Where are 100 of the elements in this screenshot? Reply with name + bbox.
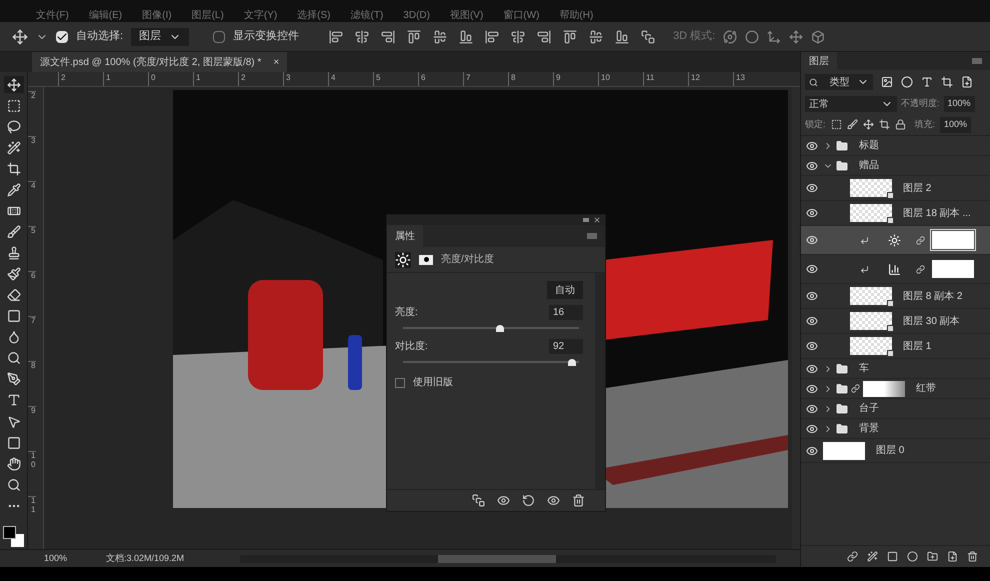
layer-row[interactable]: 图层 18 副本 ...	[801, 201, 990, 226]
opacity-field[interactable]: 100%	[944, 96, 975, 112]
layer-thumbnail	[850, 287, 892, 305]
layer-row[interactable]: 红带	[801, 379, 990, 399]
trash-icon[interactable]	[572, 494, 585, 507]
slider-thumb[interactable]	[496, 325, 504, 332]
visibility-eye-icon[interactable]	[806, 140, 818, 152]
menu-item[interactable]: 选择(S)	[297, 10, 330, 22]
vertical-scrollbar[interactable]	[792, 87, 800, 549]
move-icon[interactable]	[4, 76, 24, 94]
show-transform-label: 显示变换控件	[233, 28, 300, 44]
move-tool-icon[interactable]	[12, 28, 28, 44]
brightness-icon[interactable]	[395, 252, 411, 268]
layer-name: 车	[859, 362, 869, 376]
layer-name: 赠品	[859, 158, 879, 173]
target-dropdown[interactable]: 图层	[131, 28, 190, 46]
visibility-eye-icon[interactable]	[806, 182, 818, 194]
lock-option-icon[interactable]	[830, 119, 842, 130]
layer-row[interactable]: 图层 2	[801, 176, 990, 201]
lock-option-icon[interactable]	[862, 119, 874, 130]
3d-tool-icon[interactable]	[789, 30, 804, 44]
reset-icon[interactable]	[522, 494, 535, 507]
checkbox[interactable]	[395, 378, 405, 388]
checkbox[interactable]	[213, 30, 226, 42]
menu-item[interactable]: 文字(Y)	[244, 10, 278, 22]
visibility-eye-icon[interactable]	[806, 263, 818, 275]
view-previous-icon[interactable]	[497, 494, 510, 507]
layer-action-icon[interactable]	[927, 551, 938, 562]
clip-icon[interactable]	[472, 494, 485, 507]
lock-option-icon[interactable]	[878, 119, 890, 130]
document-size: 文档:3.02M/109.2M	[106, 552, 186, 565]
color-swatches-icon[interactable]	[2, 526, 24, 550]
filter-kind-icon[interactable]	[961, 76, 973, 88]
panel-scrollbar[interactable]	[595, 273, 605, 489]
ruler-number: 5	[28, 226, 36, 271]
auto-button[interactable]: 自动	[547, 281, 583, 299]
ruler-number: 6	[418, 72, 463, 86]
layer-action-icon[interactable]	[887, 551, 898, 562]
3d-tool-icon[interactable]	[745, 30, 760, 44]
visibility-eye-icon[interactable]	[806, 160, 818, 172]
layer-row[interactable]: 图层 30 副本	[801, 309, 990, 334]
zoom-level[interactable]: 100%	[36, 552, 106, 566]
ruler-number: 10	[28, 451, 36, 496]
layers-tab[interactable]: 图层	[801, 52, 837, 70]
tab-close-icon[interactable]: ×	[273, 54, 280, 70]
menu-item[interactable]: 图像(I)	[142, 10, 172, 22]
value-field[interactable]: 16	[549, 305, 583, 320]
visibility-eye-icon[interactable]	[806, 382, 818, 394]
eye-icon[interactable]	[547, 494, 560, 507]
blend-mode-dropdown[interactable]: 正常	[805, 96, 897, 112]
filter-kind-icon[interactable]	[921, 76, 933, 88]
menu-item[interactable]: 3D(D)	[403, 10, 430, 22]
3d-tool-icon[interactable]	[767, 30, 782, 44]
folder-icon	[836, 160, 848, 172]
layer-row[interactable]	[801, 226, 990, 255]
lock-option-icon[interactable]	[846, 119, 858, 130]
visibility-eye-icon[interactable]	[806, 207, 818, 219]
filter-kind-icon[interactable]	[941, 76, 953, 88]
folder-icon	[836, 402, 848, 414]
layer-row[interactable]: 图层 1	[801, 334, 990, 359]
visibility-eye-icon[interactable]	[806, 315, 818, 327]
menu-item[interactable]: 帮助(H)	[559, 10, 594, 22]
menu-item[interactable]: 窗口(W)	[503, 10, 540, 22]
ruler-number: 11	[643, 72, 688, 86]
document-tab[interactable]: 源文件.psd @ 100% (亮度/对比度 2, 图层蒙版/8) * ×	[32, 52, 288, 72]
menu-item[interactable]: 编辑(E)	[88, 10, 122, 22]
layer-action-icon[interactable]	[907, 551, 918, 562]
menu-item[interactable]: 文件(F)	[36, 10, 69, 22]
visibility-eye-icon[interactable]	[806, 234, 818, 246]
visibility-eye-icon[interactable]	[806, 402, 818, 414]
visibility-eye-icon[interactable]	[806, 362, 818, 374]
visibility-eye-icon[interactable]	[806, 444, 818, 456]
menu-item[interactable]: 滤镜(T)	[350, 10, 384, 22]
layer-row[interactable]: 图层 8 副本 2	[801, 284, 990, 309]
visibility-eye-icon[interactable]	[806, 422, 818, 434]
layer-action-icon[interactable]	[867, 551, 878, 562]
value-field[interactable]: 92	[549, 339, 583, 354]
properties-tab[interactable]: 属性	[387, 225, 423, 247]
3d-tool-icon[interactable]	[723, 30, 738, 44]
filter-kind-icon[interactable]	[901, 76, 913, 88]
3d-tool-icon[interactable]	[811, 30, 826, 44]
opacity-label: 不透明度:	[901, 97, 940, 110]
layer-action-icon[interactable]	[947, 551, 958, 562]
layer-action-icon[interactable]	[847, 551, 858, 562]
link-icon	[916, 236, 925, 244]
layer-action-icon[interactable]	[967, 551, 978, 562]
menu-item[interactable]: 视图(V)	[450, 10, 484, 22]
checkbox[interactable]	[56, 30, 68, 42]
lock-option-icon[interactable]	[894, 119, 906, 130]
filter-kind-icon[interactable]	[881, 76, 893, 88]
close-icon[interactable]	[593, 216, 601, 224]
horizontal-scrollbar[interactable]	[240, 554, 776, 562]
layer-row[interactable]: 图层 0	[801, 439, 990, 463]
slider-thumb[interactable]	[568, 359, 576, 366]
menu-item[interactable]: 图层(L)	[192, 10, 224, 22]
filter-dropdown[interactable]: 类型	[805, 74, 873, 90]
mask-icon[interactable]	[419, 254, 433, 264]
visibility-eye-icon[interactable]	[806, 290, 818, 302]
visibility-eye-icon[interactable]	[806, 340, 818, 352]
fill-field[interactable]: 100%	[940, 116, 972, 132]
